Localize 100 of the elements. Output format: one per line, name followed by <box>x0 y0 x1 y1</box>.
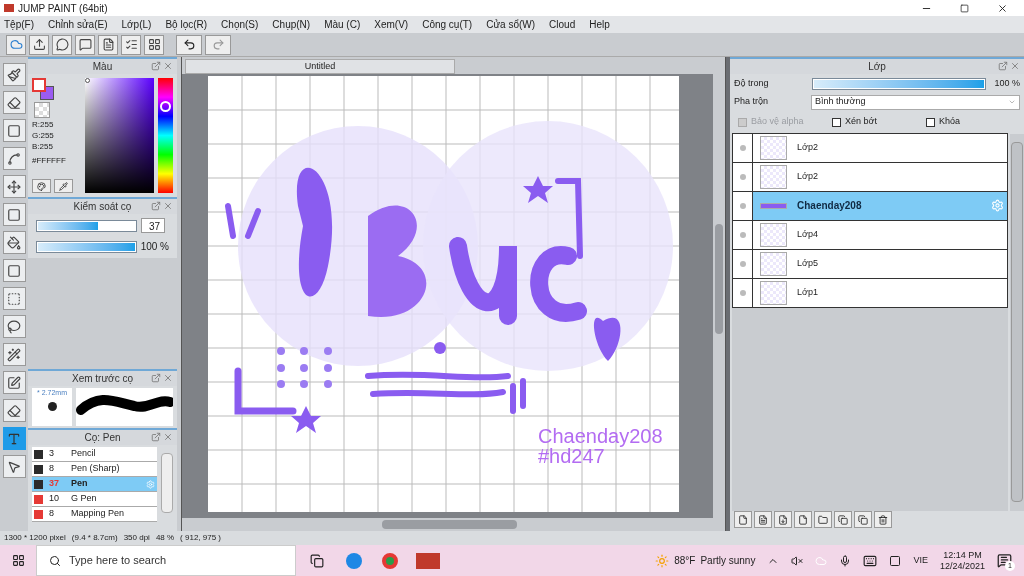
tool-button[interactable] <box>2 427 26 450</box>
comment-icon <box>78 38 92 51</box>
toolbar-button[interactable] <box>98 34 118 55</box>
layer-row[interactable]: Lớp4 <box>732 219 1008 250</box>
menu-item[interactable]: Cửa sổ(W) <box>486 17 536 32</box>
checkbox[interactable]: Xén bớt <box>832 115 926 129</box>
transparent-swatch[interactable] <box>34 102 50 118</box>
notification-icon[interactable] <box>997 553 1012 568</box>
document-icon <box>758 514 768 525</box>
menu-item[interactable]: Lớp(L) <box>121 17 152 32</box>
tool-button[interactable] <box>2 147 26 170</box>
layer-row[interactable]: Lớp2 <box>732 132 1008 163</box>
keyboard-icon[interactable] <box>863 553 878 568</box>
layer-toolbar-button[interactable] <box>874 511 892 528</box>
layer-toolbar-button[interactable] <box>834 511 852 528</box>
browser-icon[interactable] <box>346 552 362 569</box>
slider-track[interactable] <box>36 219 137 232</box>
layer-toolbar-button[interactable] <box>854 511 872 528</box>
menu-item[interactable]: Tệp(F) <box>4 17 34 32</box>
square-icon <box>7 123 21 138</box>
scroll-thumb[interactable] <box>382 520 517 529</box>
tool-button[interactable] <box>2 203 26 226</box>
eyedropper-icon <box>59 181 68 191</box>
tool-button[interactable] <box>2 259 26 282</box>
temperature[interactable]: 88°F <box>674 553 696 568</box>
menu-item[interactable]: Cloud <box>549 17 576 32</box>
taskbar-search-field[interactable]: Type here to search <box>36 545 296 576</box>
menu-item[interactable]: Xem(V) <box>374 17 409 32</box>
clock[interactable]: 12:14 PM 12/24/2021 <box>939 549 985 572</box>
close-icon[interactable] <box>997 2 1008 14</box>
tool-button[interactable] <box>2 399 26 422</box>
layer-toolbar-button[interactable] <box>794 511 812 528</box>
undo-button[interactable] <box>176 34 202 55</box>
layer-row[interactable]: Lớp2 <box>732 161 1008 192</box>
layer-toolbar-button[interactable] <box>734 511 752 528</box>
search-input[interactable]: Type here to search <box>69 552 283 569</box>
brush-icon <box>7 67 21 82</box>
layer-name: Chaenday208 <box>797 199 863 213</box>
palette-button[interactable] <box>32 179 51 193</box>
tool-button[interactable] <box>2 175 26 198</box>
layer-toolbar-button[interactable] <box>774 511 792 528</box>
tool-button[interactable] <box>2 91 26 114</box>
scroll-thumb[interactable] <box>1011 141 1023 502</box>
layer-toolbar-button[interactable] <box>814 511 832 528</box>
paint-bucket-icon <box>7 235 21 250</box>
tool-button[interactable] <box>2 343 26 366</box>
tool-button[interactable] <box>2 63 26 86</box>
scrollbar[interactable] <box>161 453 173 513</box>
color-field[interactable] <box>85 78 155 193</box>
brush-size: 8 <box>49 462 55 476</box>
toolbar-button[interactable] <box>144 34 164 55</box>
layer-thumbnail <box>760 251 787 276</box>
menu-item[interactable]: Màu (C) <box>324 17 361 32</box>
horizontal-scrollbar[interactable] <box>182 518 725 531</box>
browser-icon[interactable] <box>382 552 398 569</box>
scroll-thumb[interactable] <box>715 224 723 334</box>
menu-item[interactable]: Chọn(S) <box>221 17 259 32</box>
menu-item[interactable]: Chụp(N) <box>272 17 311 32</box>
checkbox[interactable]: Khóa <box>926 115 1020 129</box>
layer-scrollbar[interactable] <box>1010 133 1024 511</box>
layer-toolbar-button[interactable] <box>754 511 772 528</box>
window-icon[interactable] <box>889 554 902 567</box>
blend-dropdown[interactable]: Bình thường <box>810 94 1020 110</box>
app-icon[interactable] <box>416 552 440 569</box>
color-swatches[interactable] <box>32 78 54 100</box>
tool-button[interactable] <box>2 287 26 310</box>
maximize-icon[interactable] <box>960 3 969 13</box>
document-tab[interactable]: Untitled <box>185 59 455 74</box>
size-field[interactable]: 37 <box>141 218 165 233</box>
brush-list-item[interactable]: 8 Mapping Pen <box>32 507 157 522</box>
layer-name: Lớp2 <box>797 169 819 183</box>
task-view-icon[interactable] <box>310 553 324 568</box>
add-page-icon <box>798 514 808 525</box>
eyedropper-button[interactable] <box>54 179 73 193</box>
menu-item[interactable]: Bộ lọc(R) <box>165 17 208 32</box>
tool-button[interactable] <box>2 455 26 478</box>
tool-button[interactable] <box>2 119 26 142</box>
menu-item[interactable]: Help <box>589 17 610 32</box>
language-indicator[interactable]: VIE <box>913 553 928 568</box>
toolbar-button[interactable] <box>29 34 49 55</box>
speaker-muted-icon[interactable] <box>791 554 804 567</box>
share-icon <box>32 38 46 51</box>
weather-text[interactable]: Partly sunny <box>700 553 756 568</box>
duplicate-icon <box>838 514 848 525</box>
tool-button[interactable] <box>2 371 26 394</box>
brush-list-item[interactable]: 3 Pencil <box>32 447 157 462</box>
color-picker-handle[interactable] <box>85 78 91 83</box>
brush-list-item[interactable]: 10 G Pen <box>32 492 157 507</box>
eraser-icon <box>7 95 21 110</box>
toolbar-button[interactable] <box>121 34 141 55</box>
tool-button[interactable] <box>2 315 26 338</box>
brush-list-item[interactable]: 8 Pen (Sharp) <box>32 462 157 477</box>
menu-item[interactable]: Công cụ(T) <box>422 17 473 32</box>
menu-item[interactable]: Chỉnh sửa(E) <box>48 17 108 32</box>
brush-list-item[interactable]: 37 Pen <box>32 477 157 492</box>
layer-row[interactable]: Lớp1 <box>732 277 1008 308</box>
toolbar-button[interactable] <box>52 34 72 55</box>
tool-button[interactable] <box>2 231 26 254</box>
toolbar-button[interactable] <box>75 34 95 55</box>
layer-row[interactable]: Lớp5 <box>732 248 1008 279</box>
